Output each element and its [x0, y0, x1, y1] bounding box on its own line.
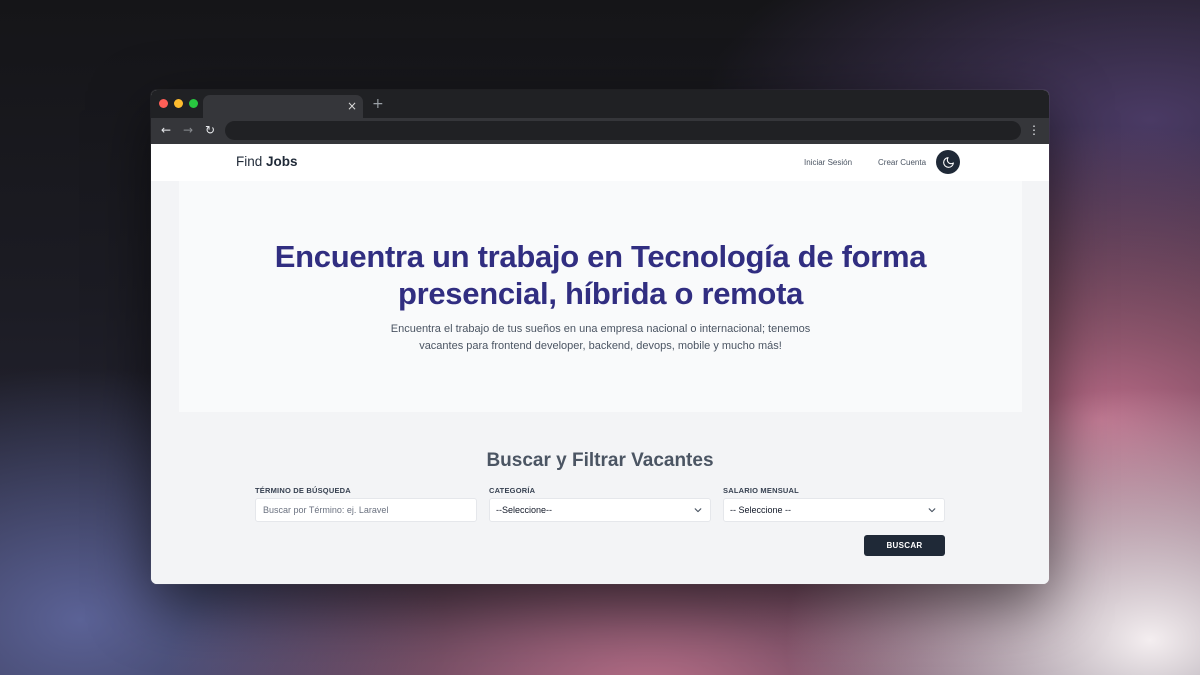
- category-selected-value: --Seleccione--: [496, 505, 553, 515]
- hero-section: Encuentra un trabajo en Tecnología de fo…: [179, 181, 1022, 412]
- hero-title-line-2: presencial, híbrida o remota: [397, 276, 804, 311]
- hero-title: Encuentra un trabajo en Tecnología de fo…: [179, 238, 1022, 312]
- salary-label: SALARIO MENSUAL: [723, 486, 799, 495]
- maximize-window-button[interactable]: [189, 99, 198, 108]
- chevron-down-icon: [928, 508, 936, 513]
- new-tab-icon[interactable]: +: [372, 97, 384, 111]
- chevron-down-icon: [694, 508, 702, 513]
- hero-subtitle: Encuentra el trabajo de tus sueños en un…: [349, 321, 852, 355]
- hero-title-line-1: Encuentra un trabajo en Tecnología de fo…: [274, 239, 927, 274]
- reload-icon[interactable]: ↻: [202, 122, 218, 138]
- hero-subtitle-line-2: vacantes para frontend developer, backen…: [419, 340, 782, 352]
- browser-titlebar: × +: [151, 90, 1049, 118]
- site-logo[interactable]: Find Jobs: [236, 154, 298, 169]
- hero-subtitle-line-1: Encuentra el trabajo de tus sueños en un…: [390, 323, 811, 335]
- kebab-menu-icon[interactable]: ⋮: [1028, 122, 1040, 138]
- filter-section-title: Buscar y Filtrar Vacantes: [486, 450, 714, 471]
- browser-tab[interactable]: ×: [203, 95, 363, 118]
- brand-bold-text: Jobs: [266, 154, 298, 169]
- address-bar[interactable]: [225, 121, 1021, 140]
- minimize-window-button[interactable]: [174, 99, 183, 108]
- signup-link[interactable]: Crear Cuenta: [878, 158, 926, 167]
- search-term-input[interactable]: [256, 499, 476, 521]
- browser-window: × + ← → ↻ ⋮ Find Jobs Iniciar Sesión Cre…: [151, 90, 1049, 584]
- search-term-field: [255, 498, 477, 522]
- login-link[interactable]: Iniciar Sesión: [804, 158, 852, 167]
- brand-light-text: Find: [236, 154, 263, 169]
- web-page: Find Jobs Iniciar Sesión Crear Cuenta En…: [151, 144, 1049, 584]
- theme-toggle-button[interactable]: [936, 150, 960, 174]
- tab-close-icon[interactable]: ×: [347, 99, 357, 113]
- search-term-label: TÉRMINO DE BÚSQUEDA: [255, 486, 351, 495]
- category-select[interactable]: --Seleccione--: [489, 498, 711, 522]
- browser-toolbar: ← → ↻ ⋮: [151, 118, 1049, 144]
- window-controls: [159, 99, 198, 108]
- salary-select[interactable]: -- Seleccione --: [723, 498, 945, 522]
- site-navbar: Find Jobs Iniciar Sesión Crear Cuenta: [151, 144, 1049, 181]
- moon-icon: [942, 156, 954, 168]
- category-label: CATEGORÍA: [489, 486, 536, 495]
- close-window-button[interactable]: [159, 99, 168, 108]
- salary-selected-value: -- Seleccione --: [730, 505, 792, 515]
- arrow-right-icon[interactable]: →: [180, 122, 196, 138]
- search-button[interactable]: BUSCAR: [864, 535, 945, 556]
- arrow-left-icon[interactable]: ←: [158, 122, 174, 138]
